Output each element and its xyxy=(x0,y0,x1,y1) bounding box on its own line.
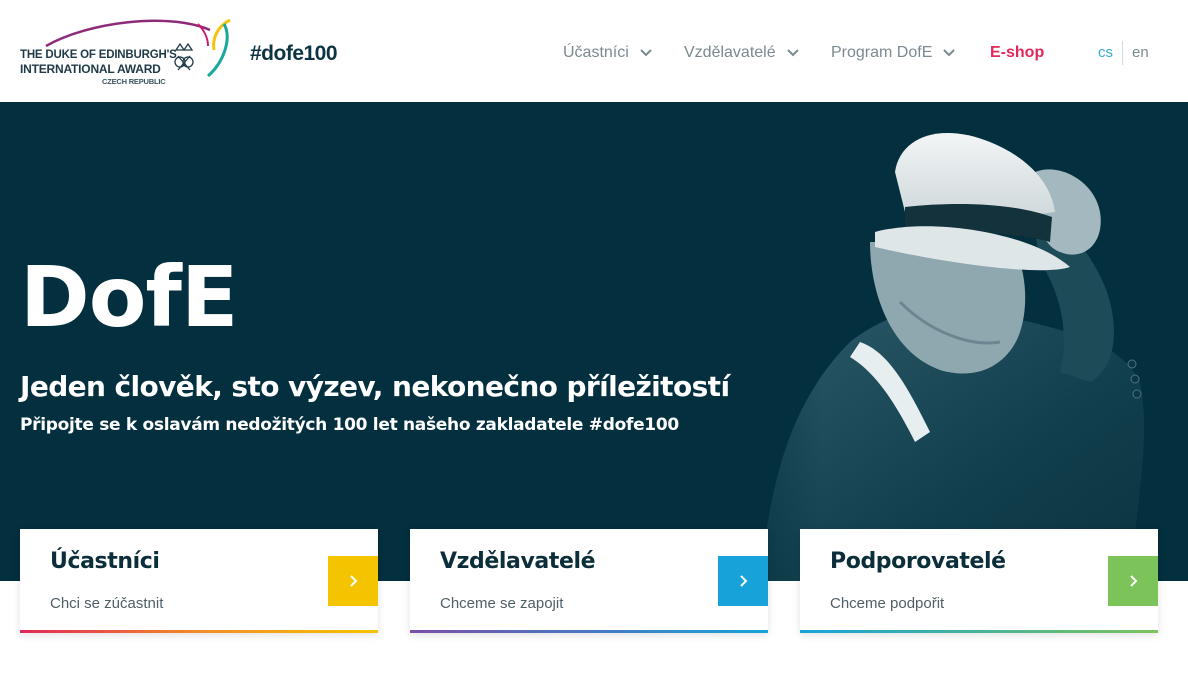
card-accent-bar xyxy=(410,630,768,633)
nav-item-program-dofe[interactable]: Program DofE xyxy=(831,44,956,62)
card-arrow-button[interactable] xyxy=(718,556,768,606)
card-title: Vzdělavatelé xyxy=(440,549,596,574)
card-accent-bar xyxy=(20,630,378,633)
card-ucastnici[interactable]: Účastníci Chci se zúčastnit xyxy=(20,529,378,633)
nav-item-label: Účastníci xyxy=(563,44,629,61)
chevron-down-icon xyxy=(786,49,799,57)
nav-item-label: Vzdělavatelé xyxy=(684,44,776,61)
chevron-right-icon xyxy=(350,575,358,587)
nav-item-label: Program DofE xyxy=(831,44,933,61)
card-title: Podporovatelé xyxy=(830,549,1006,574)
card-description: Chceme podpořit xyxy=(830,595,945,612)
nav-item-vzdelavatele[interactable]: Vzdělavatelé xyxy=(684,44,800,62)
card-arrow-button[interactable] xyxy=(328,556,378,606)
lang-divider xyxy=(1122,41,1123,65)
chevron-down-icon xyxy=(943,49,956,57)
hero-subtitle: Jeden člověk, sto výzev, nekonečno příle… xyxy=(20,370,730,403)
card-title: Účastníci xyxy=(50,549,160,574)
chevron-right-icon xyxy=(1130,575,1138,587)
card-accent-bar xyxy=(800,630,1158,633)
card-vzdelavatele[interactable]: Vzdělavatelé Chceme se zapojit xyxy=(410,529,768,633)
site-header: THE DUKE OF EDINBURGH'S INTERNATIONAL AW… xyxy=(0,0,1188,102)
hero-photo xyxy=(700,102,1188,581)
card-podporovatele[interactable]: Podporovatelé Chceme podpořit xyxy=(800,529,1158,633)
chevron-right-icon xyxy=(740,575,748,587)
hero-tagline: Připojte se k oslavám nedožitých 100 let… xyxy=(20,415,679,435)
main-nav: Účastníci Vzdělavatelé Program DofE E-sh… xyxy=(0,44,1188,66)
card-description: Chceme se zapojit xyxy=(440,595,564,612)
nav-item-eshop[interactable]: E-shop xyxy=(990,44,1044,62)
hero-title: DofE xyxy=(20,248,238,346)
hero-banner: DofE Jeden člověk, sto výzev, nekonečno … xyxy=(0,102,1188,581)
card-arrow-button[interactable] xyxy=(1108,556,1158,606)
card-description: Chci se zúčastnit xyxy=(50,595,164,612)
nav-item-label: E-shop xyxy=(990,44,1045,61)
chevron-down-icon xyxy=(640,49,652,57)
lang-en-link[interactable]: en xyxy=(1132,44,1149,61)
lang-cs-link[interactable]: cs xyxy=(1098,44,1113,61)
logo-text-line3: CZECH REPUBLIC xyxy=(102,77,166,86)
nav-item-ucastnici[interactable]: Účastníci xyxy=(563,44,653,62)
